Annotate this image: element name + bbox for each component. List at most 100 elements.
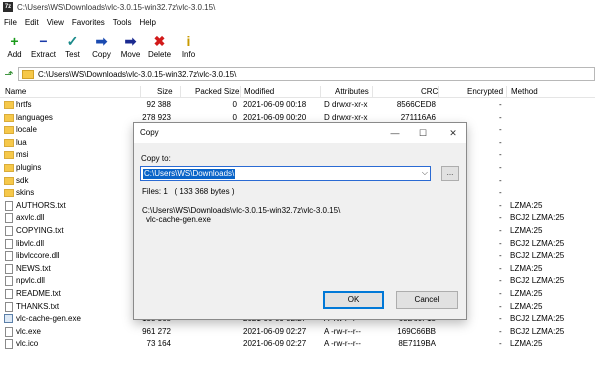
header-attributes[interactable]: Attributes [335, 87, 369, 96]
file-attributes: D drwxr-xr-x [324, 112, 368, 122]
toolbar: + Add − Extract ✓ Test ➡ Copy ➡ Move ✖ Delete i Info [0, 32, 203, 64]
extract-button[interactable]: − Extract [29, 32, 58, 64]
folder-icon [22, 69, 34, 79]
copy-button[interactable]: ➡ Copy [87, 32, 116, 64]
address-bar: ⬏ C:\Users\WS\Downloads\vlc-3.0.15-win32… [0, 66, 595, 83]
file-encrypted: - [499, 213, 502, 223]
file-row[interactable]: vlc.ico 73 164 2021-06-09 02:27 A -rw-r--r-… [0, 338, 595, 351]
file-method: BCJ2 LZMA:25 [510, 314, 565, 324]
column-headers: Name Size Packed Size Modified Attribute… [0, 86, 595, 98]
file-name: NEWS.txt [16, 263, 51, 273]
file-method: LZMA:25 [510, 301, 543, 311]
file-icon [5, 326, 13, 337]
file-icon [5, 238, 13, 249]
file-icon [5, 213, 13, 224]
file-name: THANKS.txt [16, 301, 60, 311]
file-encrypted: - [499, 137, 502, 147]
file-row[interactable]: vlc.exe 961 272 2021-06-09 02:27 A -rw-r--r… [0, 326, 595, 339]
menu-view[interactable]: View [43, 18, 68, 27]
header-crc[interactable]: CRC [421, 87, 438, 96]
destination-input[interactable]: C:\Users\WS\Downloads\ ⌵ [140, 166, 431, 181]
header-packed-size[interactable]: Packed Size [195, 87, 239, 96]
file-encrypted: - [499, 314, 502, 324]
minimize-icon[interactable]: — [388, 127, 402, 139]
file-icon [4, 314, 13, 324]
file-size: 278 923 [142, 112, 171, 122]
file-crc: 169C66BB [397, 326, 436, 336]
toolbar-label: Test [65, 50, 80, 59]
file-name: locale [16, 125, 37, 135]
file-name: vlc-cache-gen.exe [16, 314, 81, 324]
cancel-button[interactable]: Cancel [396, 291, 458, 309]
address-field[interactable]: C:\Users\WS\Downloads\vlc-3.0.15-win32.7… [18, 67, 595, 81]
file-name: libvlccore.dll [16, 251, 60, 261]
file-packed-size: 0 [232, 100, 237, 109]
chevron-down-icon[interactable]: ⌵ [422, 168, 428, 178]
address-path: C:\Users\WS\Downloads\vlc-3.0.15-win32.7… [38, 69, 237, 79]
file-encrypted: - [499, 163, 502, 172]
toolbar-label: Move [120, 50, 141, 59]
source-info: C:\Users\WS\Downloads\vlc-3.0.15-win32.7… [142, 206, 340, 224]
menu-bar: File Edit View Favorites Tools Help [0, 15, 160, 29]
file-method: BCJ2 LZMA:25 [510, 276, 565, 286]
destination-value: C:\Users\WS\Downloads\ [143, 169, 236, 179]
menu-tools[interactable]: Tools [109, 18, 136, 27]
folder-icon [4, 101, 14, 109]
file-encrypted: - [499, 200, 502, 210]
file-icon [5, 251, 13, 262]
maximize-icon[interactable]: ☐ [416, 127, 430, 139]
file-icon [5, 226, 13, 236]
header-modified[interactable]: Modified [244, 87, 274, 96]
file-packed-size: 0 [232, 112, 237, 122]
file-encrypted: - [499, 175, 502, 185]
folder-icon [4, 138, 14, 147]
file-encrypted: - [499, 276, 502, 286]
file-name: README.txt [16, 289, 61, 298]
file-name: sdk [16, 175, 29, 185]
test-button[interactable]: ✓ Test [58, 32, 87, 64]
browse-button[interactable]: ... [441, 166, 459, 181]
file-encrypted: - [499, 263, 502, 273]
info-button[interactable]: i Info [174, 32, 203, 64]
file-icon [5, 339, 13, 350]
file-icon [5, 200, 13, 211]
move-button[interactable]: ➡ Move [116, 32, 145, 64]
move-arrow-icon: ➡ [124, 33, 137, 49]
file-encrypted: - [499, 339, 502, 349]
menu-edit[interactable]: Edit [21, 18, 43, 27]
close-icon[interactable]: ✕ [446, 127, 460, 139]
copy-to-label: Copy to: [141, 154, 171, 163]
menu-help[interactable]: Help [135, 18, 159, 27]
add-button[interactable]: + Add [0, 32, 29, 64]
file-method: BCJ2 LZMA:25 [510, 213, 565, 223]
file-name: COPYING.txt [16, 226, 64, 235]
folder-icon [4, 113, 14, 122]
header-method[interactable]: Method [511, 87, 538, 96]
source-file: vlc-cache-gen.exe [146, 215, 211, 224]
ok-button[interactable]: OK [323, 291, 384, 309]
dialog-title-bar: Copy — ☐ ✕ [134, 123, 466, 143]
check-icon: ✓ [66, 33, 79, 49]
dialog-title: Copy [140, 128, 159, 137]
header-name[interactable]: Name [5, 87, 26, 96]
toolbar-label: Add [7, 50, 22, 59]
file-attributes: A -rw-r--r-- [324, 326, 361, 336]
menu-file[interactable]: File [0, 18, 21, 27]
file-name: languages [16, 112, 53, 122]
file-attributes: D drwxr-xr-x [324, 100, 368, 109]
file-icon [5, 289, 13, 299]
menu-favorites[interactable]: Favorites [68, 18, 109, 27]
file-method: BCJ2 LZMA:25 [510, 326, 565, 336]
file-encrypted: - [499, 112, 502, 122]
up-folder-icon[interactable]: ⬏ [2, 68, 16, 82]
file-encrypted: - [499, 301, 502, 311]
delete-button[interactable]: ✖ Delete [145, 32, 174, 64]
toolbar-label: Extract [31, 50, 56, 59]
files-info: Files: 1 ( 133 368 bytes ) [142, 187, 235, 196]
file-crc: 8566CED8 [396, 100, 436, 109]
header-size[interactable]: Size [157, 87, 173, 96]
header-encrypted[interactable]: Encrypted [467, 87, 503, 96]
file-row[interactable]: hrtfs 92 388 0 2021-06-09 00:18 D drwxr-xr-x… [0, 99, 595, 112]
file-crc: 8E7119BA [398, 339, 436, 349]
file-modified: 2021-06-09 00:18 [243, 100, 307, 109]
